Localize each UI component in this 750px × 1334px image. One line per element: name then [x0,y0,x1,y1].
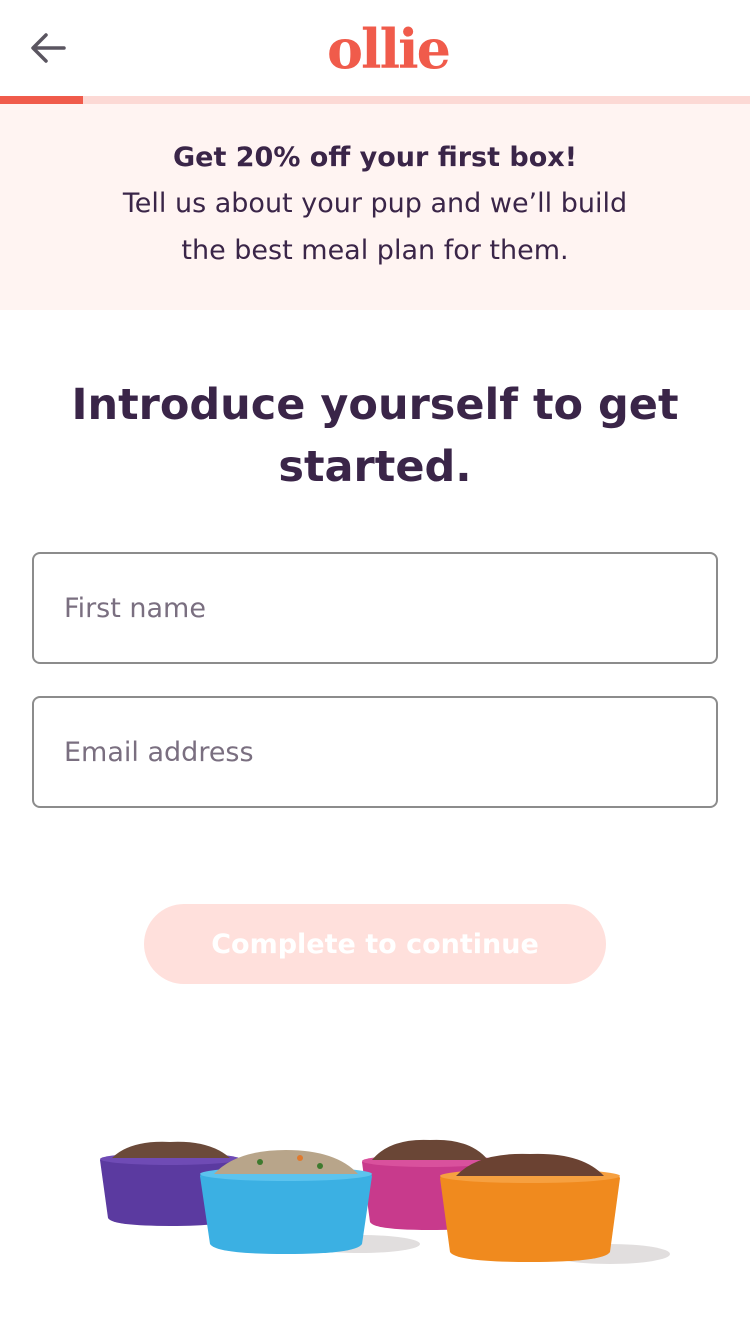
back-button[interactable] [22,24,74,72]
arrow-left-icon [31,33,66,63]
continue-button[interactable]: Complete to continue [144,904,606,984]
promo-banner: Get 20% off your first box! Tell us abou… [0,104,750,310]
first-name-field[interactable] [32,552,718,664]
first-name-input[interactable] [34,554,716,662]
promo-title: Get 20% off your first box! [172,142,578,173]
promo-text: Tell us about your pup and we’ll build t… [122,188,628,266]
progress-bar [0,96,750,104]
food-bowls-image [100,1139,670,1264]
progress-fill [0,96,83,104]
top-bar: ollie [0,0,750,96]
email-field[interactable] [32,696,718,808]
ollie-logo: ollie [327,18,451,80]
logo-text: ollie [327,18,449,80]
page-title: Introduce yourself to get started. [71,380,679,492]
email-input[interactable] [34,698,716,806]
